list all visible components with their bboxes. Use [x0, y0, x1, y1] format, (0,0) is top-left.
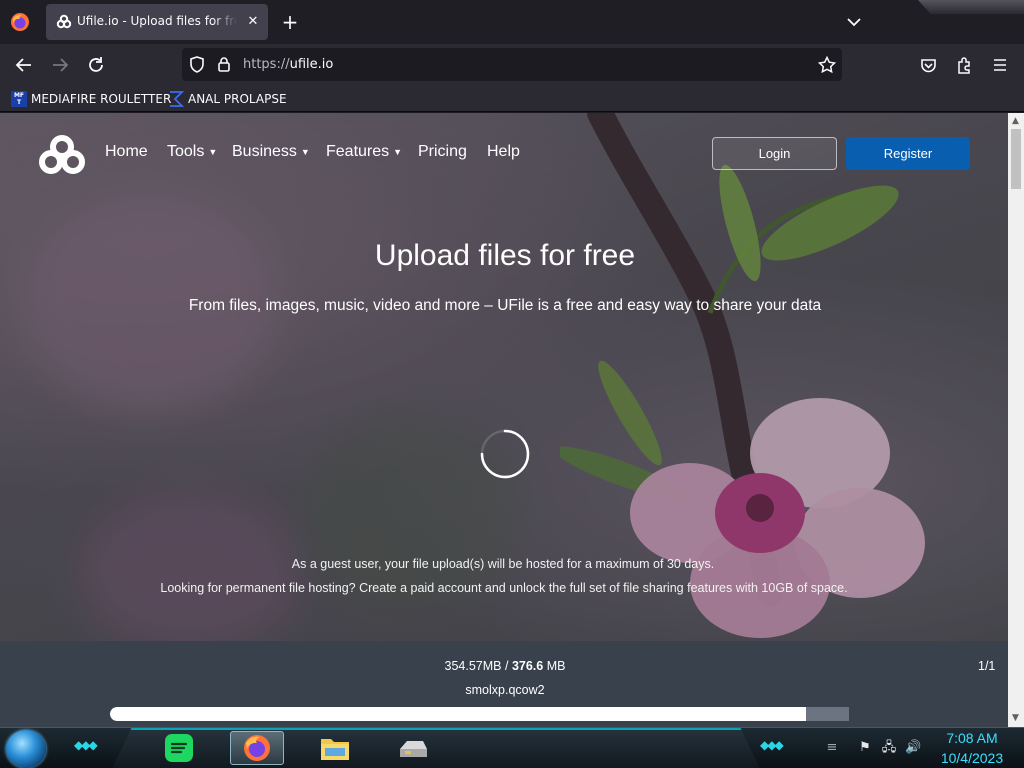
- nav-pricing[interactable]: Pricing: [418, 143, 467, 161]
- reload-icon: [89, 57, 103, 72]
- login-button[interactable]: Login: [712, 137, 837, 170]
- address-bar[interactable]: https://ufile.io: [182, 48, 842, 81]
- taskbar: ◆◆◆ ◆◆◆ ≡ ⚑ 🖧 🔊 7:08 AM 10/4/2023: [0, 727, 1024, 768]
- bookmark-label: ANAL PROLAPSE: [188, 92, 287, 106]
- sigma-icon: [170, 91, 184, 107]
- url-text[interactable]: https://ufile.io: [243, 57, 333, 72]
- taskbar-spotify[interactable]: [152, 731, 206, 765]
- drive-icon: [400, 741, 427, 757]
- chevron-down-icon[interactable]: [844, 12, 864, 32]
- scroll-down-icon[interactable]: ▼: [1012, 713, 1019, 723]
- app-menu-button[interactable]: [985, 50, 1015, 80]
- hamburger-menu-icon: [994, 59, 1006, 71]
- uploaded-size: 354.57MB /: [444, 659, 509, 673]
- scroll-up-icon[interactable]: ▲: [1012, 116, 1019, 126]
- upload-file-count: 1/1: [978, 659, 996, 673]
- tab-bar: Ufile.io - Upload files for free & easil…: [0, 0, 1024, 44]
- taskbar-decoration-icon: ◆◆◆: [74, 738, 98, 752]
- mediafire-rouletter-favicon-icon: MF T: [11, 91, 27, 107]
- page-scrollbar[interactable]: ▲ ▼: [1008, 113, 1024, 727]
- nav-label: Pricing: [418, 143, 467, 160]
- firefox-menu-icon[interactable]: [10, 12, 30, 32]
- nav-label: Features: [326, 143, 390, 160]
- hero-headline: Upload files for free: [374, 239, 636, 272]
- ufile-logo-icon[interactable]: [38, 135, 86, 175]
- taskbar-file-explorer[interactable]: [308, 731, 362, 765]
- show-desktop-icon[interactable]: ≡: [824, 740, 840, 756]
- nav-home[interactable]: Home: [105, 143, 148, 161]
- pocket-button[interactable]: [913, 50, 943, 80]
- new-tab-button[interactable]: +: [280, 12, 300, 32]
- nav-label: Business: [232, 143, 297, 160]
- nav-label: Home: [105, 143, 148, 160]
- ufile-favicon-icon: [56, 14, 72, 29]
- hero-section: Home Tools ▼ Business ▼ Features ▼ Pricing …: [0, 113, 1008, 641]
- guest-hosting-note: As a guest user, your file upload(s) wil…: [291, 557, 715, 571]
- upload-progress-bar: [110, 707, 849, 721]
- pocket-icon: [920, 58, 936, 72]
- register-button[interactable]: Register: [846, 137, 970, 170]
- spotify-icon: [165, 734, 193, 762]
- reload-button[interactable]: [81, 50, 111, 80]
- chevron-down-icon: ▼: [208, 147, 218, 157]
- flag-icon[interactable]: ⚑: [857, 740, 873, 756]
- forward-button[interactable]: [45, 50, 75, 80]
- nav-features[interactable]: Features ▼: [326, 143, 402, 161]
- hero-subheadline: From files, images, music, video and mor…: [188, 297, 822, 314]
- nav-tools[interactable]: Tools ▼: [167, 143, 217, 161]
- extensions-button[interactable]: [949, 50, 979, 80]
- upload-progress-panel: 354.57MB / 376.6 MB 1/1 smolxp.qcow2: [0, 641, 1008, 727]
- tab-title: Ufile.io - Upload files for free & easil…: [77, 14, 237, 28]
- upload-file-name: smolxp.qcow2: [465, 683, 545, 697]
- back-arrow-icon: [15, 58, 31, 72]
- bookmark-star-icon[interactable]: [818, 56, 836, 74]
- bookmarks-toolbar: MF T MEDIAFIRE ROULETTER ANAL PROLAPSE: [0, 86, 1024, 112]
- web-page: Home Tools ▼ Business ▼ Features ▼ Pricing …: [0, 113, 1008, 727]
- shield-icon[interactable]: [189, 56, 205, 73]
- back-button[interactable]: [9, 50, 39, 80]
- window-frame-decoration: [918, 0, 1024, 14]
- size-unit: MB: [546, 659, 566, 673]
- chevron-down-icon: ▼: [393, 147, 403, 157]
- loading-spinner-icon: [480, 429, 530, 479]
- nav-help[interactable]: Help: [487, 143, 520, 161]
- navigation-toolbar: https://ufile.io: [0, 44, 1024, 86]
- clock-date: 10/4/2023: [940, 750, 1004, 766]
- upload-progress-fill: [110, 707, 806, 721]
- firefox-icon: [244, 735, 270, 761]
- site-navbar: Home Tools ▼ Business ▼ Features ▼ Pricing …: [0, 113, 1008, 193]
- taskbar-firefox-active[interactable]: [230, 731, 284, 765]
- system-clock[interactable]: 7:08 AM 10/4/2023: [922, 728, 1022, 768]
- network-icon[interactable]: 🖧: [881, 740, 897, 756]
- puzzle-piece-icon: [957, 56, 970, 74]
- forward-arrow-icon: [53, 58, 69, 72]
- clock-time: 7:08 AM: [946, 730, 998, 746]
- bookmark-mediafire-rouletter[interactable]: MF T MEDIAFIRE ROULETTER: [11, 90, 171, 108]
- file-explorer-icon: [321, 739, 349, 760]
- url-host: ufile.io: [289, 57, 334, 72]
- nav-label: Help: [487, 143, 520, 160]
- chevron-down-icon: ▼: [300, 147, 310, 157]
- nav-label: Tools: [167, 143, 205, 160]
- taskbar-drive[interactable]: [386, 731, 440, 765]
- nav-business[interactable]: Business ▼: [232, 143, 310, 161]
- taskbar-decoration-icon: ◆◆◆: [760, 738, 784, 752]
- total-size: 376.6: [511, 659, 544, 673]
- volume-icon[interactable]: 🔊: [905, 740, 921, 756]
- url-scheme: https://: [243, 57, 290, 72]
- active-tab[interactable]: Ufile.io - Upload files for free & easil…: [46, 4, 268, 40]
- scrollbar-thumb[interactable]: [1011, 129, 1021, 189]
- tab-close-icon[interactable]: ✕: [244, 13, 262, 31]
- lock-icon[interactable]: [217, 56, 231, 73]
- bookmark-anal-prolapse[interactable]: ANAL PROLAPSE: [168, 90, 287, 108]
- bookmark-label: MEDIAFIRE ROULETTER: [31, 92, 172, 106]
- start-button[interactable]: [6, 730, 46, 768]
- upload-size-text: 354.57MB / 376.6 MB: [0, 659, 1008, 673]
- permanent-hosting-note: Looking for permanent file hosting? Crea…: [160, 581, 848, 595]
